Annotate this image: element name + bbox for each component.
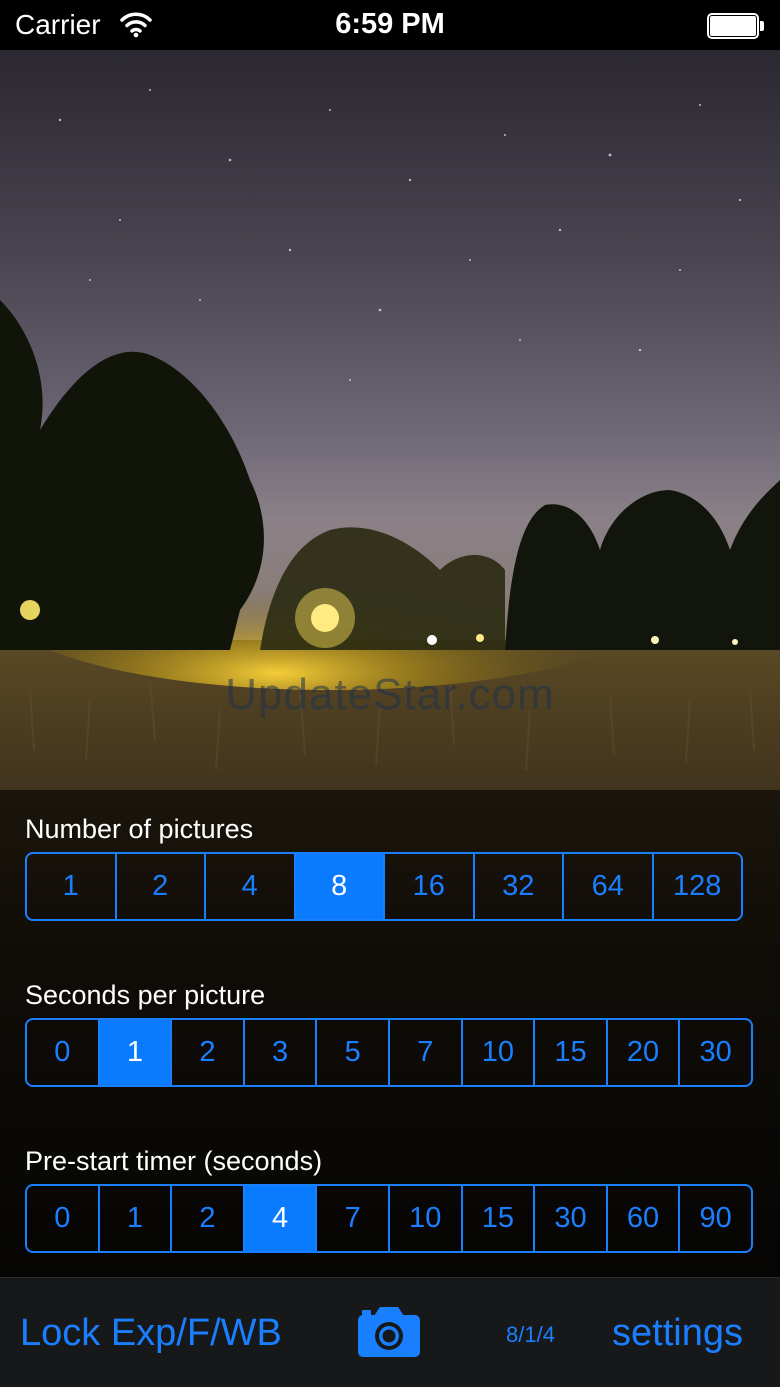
seconds-option-3[interactable]: 3 (242, 1020, 316, 1085)
status-bar: Carrier 6:59 PM (0, 0, 780, 50)
number-of-pictures-selector[interactable]: 1 2 4 8 16 32 64 128 (25, 852, 743, 921)
sequence-counter: 8/1/4 (506, 1322, 555, 1347)
prestart-timer-label: Pre-start timer (seconds) (25, 1146, 323, 1176)
timer-option-10[interactable]: 10 (387, 1186, 461, 1251)
settings-button[interactable]: settings (612, 1312, 743, 1355)
control-panel: Number of pictures 1 2 4 8 16 32 64 128 Seconds… (0, 790, 780, 1280)
camera-icon[interactable] (358, 1307, 420, 1357)
seconds-option-0[interactable]: 0 (27, 1020, 98, 1085)
seconds-per-picture-selector[interactable]: 0 1 2 3 5 7 10 15 20 30 (25, 1018, 753, 1087)
pictures-option-128[interactable]: 128 (651, 854, 742, 919)
seconds-option-10[interactable]: 10 (460, 1020, 534, 1085)
seconds-option-7[interactable]: 7 (387, 1020, 461, 1085)
timer-option-15[interactable]: 15 (460, 1186, 534, 1251)
timer-option-30[interactable]: 30 (533, 1186, 606, 1251)
app-screen: Carrier 6:59 PM UpdateStar.com Number of… (0, 0, 780, 1387)
seconds-option-15[interactable]: 15 (533, 1020, 606, 1085)
timer-option-1[interactable]: 1 (97, 1186, 171, 1251)
seconds-option-20[interactable]: 20 (605, 1020, 679, 1085)
seconds-option-2[interactable]: 2 (170, 1020, 243, 1085)
watermark: UpdateStar.com (225, 670, 555, 719)
pictures-option-16[interactable]: 16 (383, 854, 473, 919)
timer-option-90[interactable]: 90 (678, 1186, 751, 1251)
pictures-option-1[interactable]: 1 (27, 854, 115, 919)
seconds-option-30[interactable]: 30 (678, 1020, 751, 1085)
prestart-timer-selector[interactable]: 0 1 2 4 7 10 15 30 60 90 (25, 1184, 753, 1253)
seconds-option-5[interactable]: 5 (315, 1020, 388, 1085)
timer-option-2[interactable]: 2 (170, 1186, 243, 1251)
battery-icon (707, 13, 765, 39)
pictures-option-2[interactable]: 2 (114, 854, 205, 919)
pictures-option-8[interactable]: 8 (293, 854, 383, 919)
number-of-pictures-label: Number of pictures (25, 814, 254, 844)
timer-option-7[interactable]: 7 (315, 1186, 388, 1251)
timer-option-4[interactable]: 4 (242, 1186, 316, 1251)
lock-exposure-button[interactable]: Lock Exp/F/WB (20, 1312, 282, 1355)
pictures-option-32[interactable]: 32 (472, 854, 563, 919)
bottom-toolbar: Lock Exp/F/WB 8/1/4 settings (0, 1277, 780, 1387)
seconds-option-1[interactable]: 1 (97, 1020, 171, 1085)
pictures-option-4[interactable]: 4 (204, 854, 294, 919)
timer-option-0[interactable]: 0 (27, 1186, 98, 1251)
status-time: 6:59 PM (335, 8, 445, 40)
timer-option-60[interactable]: 60 (605, 1186, 679, 1251)
seconds-per-picture-label: Seconds per picture (25, 980, 266, 1010)
pictures-option-64[interactable]: 64 (562, 854, 652, 919)
